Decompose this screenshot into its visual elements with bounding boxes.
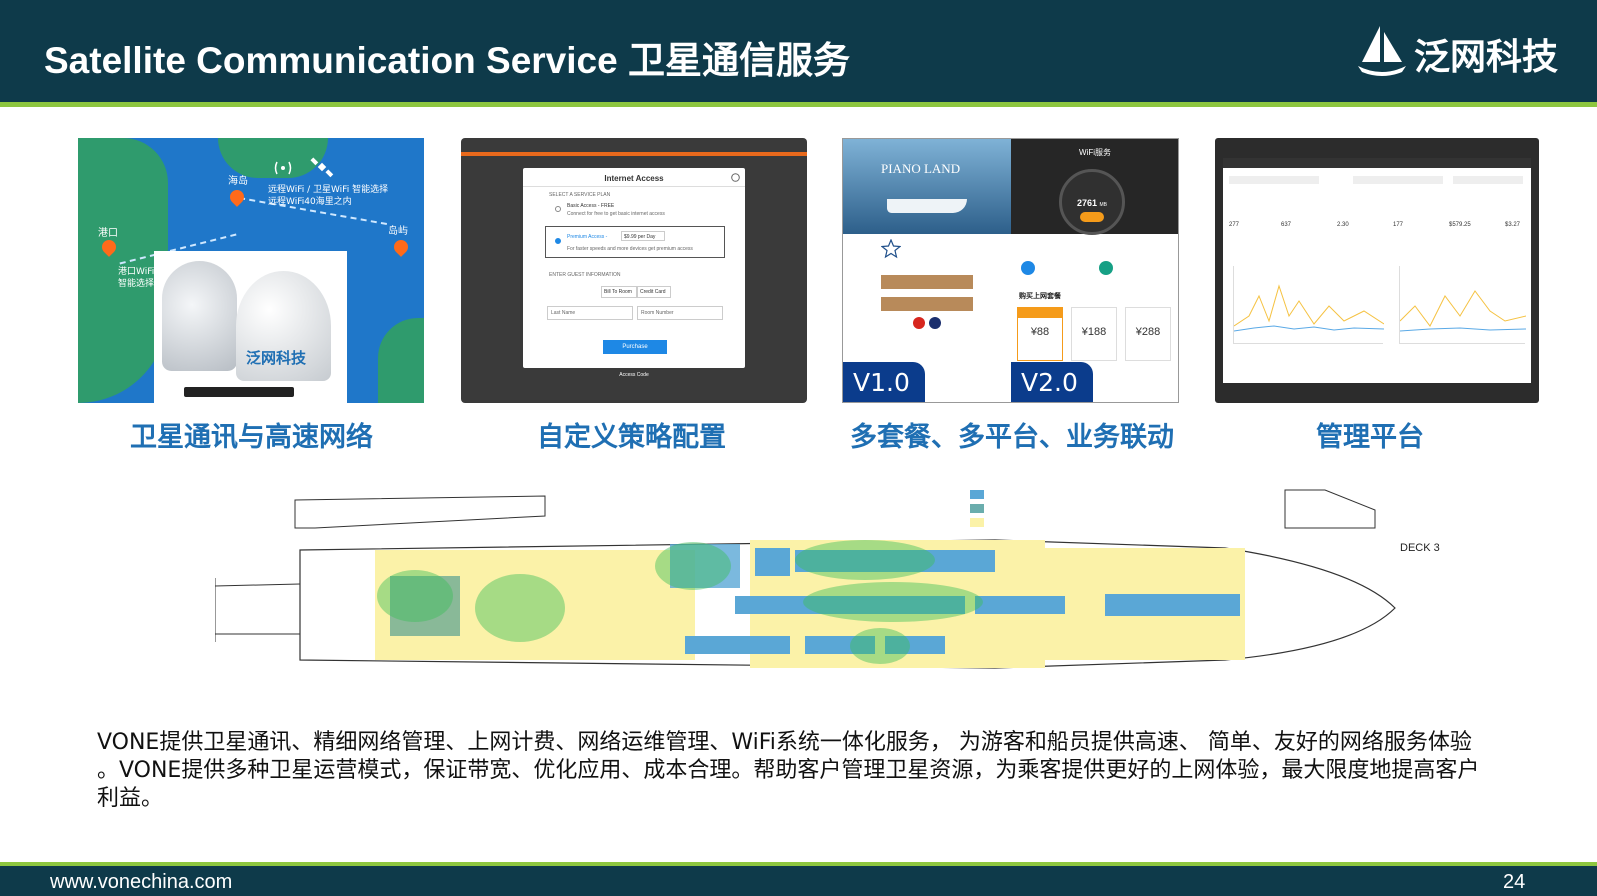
data-usage-gauge: 2761 MB (1059, 169, 1125, 235)
stat-value: 177 (1393, 222, 1404, 228)
page-number: 24 (1503, 871, 1526, 893)
tab-credit-card[interactable]: Credit Card (637, 286, 671, 298)
stat-value: 637 (1281, 222, 1292, 228)
label-port-select: 智能选择 (118, 279, 155, 289)
cruise-hero-banner: PIANO LAND (843, 139, 1011, 234)
radio-basic[interactable] (555, 206, 561, 212)
dialog-title: Internet Access (604, 174, 664, 183)
section-guest-info: ENTER GUEST INFORMATION (549, 272, 621, 278)
deck-label: DECK 3 (1400, 542, 1440, 554)
plans-line-chart (1233, 266, 1385, 344)
multi-platform-panel: PIANO LAND WiFi服务 2761 MB 购买上网套餐 ¥88 ¥18… (842, 138, 1179, 403)
tab-bill-to-room[interactable]: Bill To Room (601, 286, 637, 298)
stat-value: 277 (1229, 222, 1240, 228)
portal-option-button[interactable] (881, 275, 973, 289)
map-land (378, 318, 424, 403)
access-code-link[interactable]: Access Code (523, 372, 745, 378)
version-badge-v2: V2.0 (1011, 362, 1093, 402)
gauge-status-tag (1080, 212, 1104, 222)
location-pin-icon (391, 237, 411, 257)
satellite-network-panel: 海岛 港口 岛屿 远程WiFi / 卫星WiFi 智能选择 远程WiFi40海里… (78, 138, 424, 403)
modem-unit (184, 387, 294, 397)
plans-chart-lines (1233, 284, 1385, 332)
wifi-service-title: WiFi服务 (1079, 148, 1111, 157)
wifi-usage-header: WiFi服务 2761 MB (1011, 139, 1178, 235)
deck-plan-drawing (214, 489, 1396, 669)
stat-value: $579.25 (1449, 222, 1471, 228)
sail-icon (1358, 26, 1406, 76)
package-card[interactable]: ¥188 (1071, 307, 1117, 361)
caption-multi-platform: 多套餐、多平台、业务联动 (850, 422, 1174, 453)
dashboard-search[interactable] (1453, 176, 1523, 184)
product-brand: 泛网科技 (246, 349, 307, 367)
dashboard-screen: 277 637 2.30 177 $579.25 $3.27 (1223, 158, 1531, 383)
purchase-chart-lines (1399, 290, 1527, 332)
dashboard-topbar (1223, 158, 1531, 168)
service-description: VONE提供卫星通讯、精细网络管理、上网计费、网络运维管理、WiFi系统一体化服… (97, 730, 1480, 811)
logo-text: 泛网科技 (1414, 37, 1559, 78)
location-pin-icon (227, 187, 247, 207)
policy-config-panel: Internet Access SELECT A SERVICE PLAN Ba… (461, 138, 807, 403)
label-daoyu: 岛屿 (388, 226, 408, 237)
help-icon[interactable] (731, 173, 740, 182)
brand-piano-land: PIANO LAND (881, 161, 961, 176)
purchase-button[interactable]: Purchase (603, 340, 667, 354)
stat-value: $3.27 (1505, 222, 1521, 228)
plan-basic-desc: Connect for free to get basic internet a… (567, 211, 665, 217)
package-card-top (1018, 308, 1062, 318)
package-card[interactable]: ¥88 (1017, 307, 1063, 361)
premium-price-select[interactable]: $9.99 per Day (621, 231, 665, 241)
footer: www.vonechina.com 24 (0, 866, 1597, 896)
management-platform-panel: 277 637 2.30 177 $579.25 $3.27 (1215, 138, 1539, 403)
dashboard-search[interactable] (1229, 176, 1319, 184)
satellite-antenna-photo: 泛网科技 (154, 251, 347, 403)
header-banner: Satellite Communication Service 卫星通信服务 泛… (0, 0, 1597, 102)
portal-top-bar (461, 152, 807, 156)
room-number-field[interactable]: Room Number (637, 306, 723, 320)
plan-premium: Premium Access - (567, 234, 608, 240)
section-service-plan: SELECT A SERVICE PLAN (549, 192, 611, 198)
purchase-line-chart (1399, 266, 1527, 344)
package-section-title: 购买上网套餐 (1019, 293, 1061, 300)
internet-access-dialog: Internet Access SELECT A SERVICE PLAN Ba… (523, 168, 745, 368)
flag-uk-icon[interactable] (929, 317, 941, 329)
version-badge-v1: V1.0 (843, 362, 925, 402)
caption-satellite-network: 卫星通讯与高速网络 (130, 422, 373, 453)
stat-value: 2.30 (1337, 222, 1349, 228)
caption-policy-config: 自定义策略配置 (537, 422, 726, 453)
plan-premium-desc: For faster speeds and more devices get p… (567, 246, 693, 252)
gauge-value: 2761 MB (1076, 198, 1108, 208)
flag-cn-icon[interactable] (913, 317, 925, 329)
label-haidao: 海岛 (228, 176, 248, 187)
plan-basic: Basic Access - FREE (567, 203, 615, 209)
header-accent-bar (0, 102, 1597, 107)
package-card[interactable]: ¥288 (1125, 307, 1171, 361)
wifi-signal-icon (274, 161, 292, 175)
divider (523, 186, 745, 187)
last-name-field[interactable]: Last Name (547, 306, 633, 320)
caption-management-platform: 管理平台 (1316, 422, 1424, 453)
radio-premium[interactable] (555, 238, 561, 244)
card-login-icon[interactable] (1099, 261, 1113, 275)
antenna-dish (162, 261, 237, 371)
dashboard-search[interactable] (1353, 176, 1443, 184)
portal-option-button[interactable] (881, 297, 973, 311)
page-title: Satellite Communication Service 卫星通信服务 (44, 40, 850, 81)
star-emblem-icon (881, 239, 901, 259)
label-wifi-range: 远程WiFi40海里之内 (268, 197, 352, 207)
deck-plan: DECK 3 (214, 488, 1440, 688)
wifi-connect-icon[interactable] (1021, 261, 1035, 275)
cruise-ship-image (887, 199, 967, 213)
footer-website[interactable]: www.vonechina.com (50, 871, 232, 894)
satellite-icon (310, 157, 334, 178)
label-gangkou: 港口 (98, 228, 118, 239)
company-logo: 泛网科技 (1354, 22, 1558, 78)
